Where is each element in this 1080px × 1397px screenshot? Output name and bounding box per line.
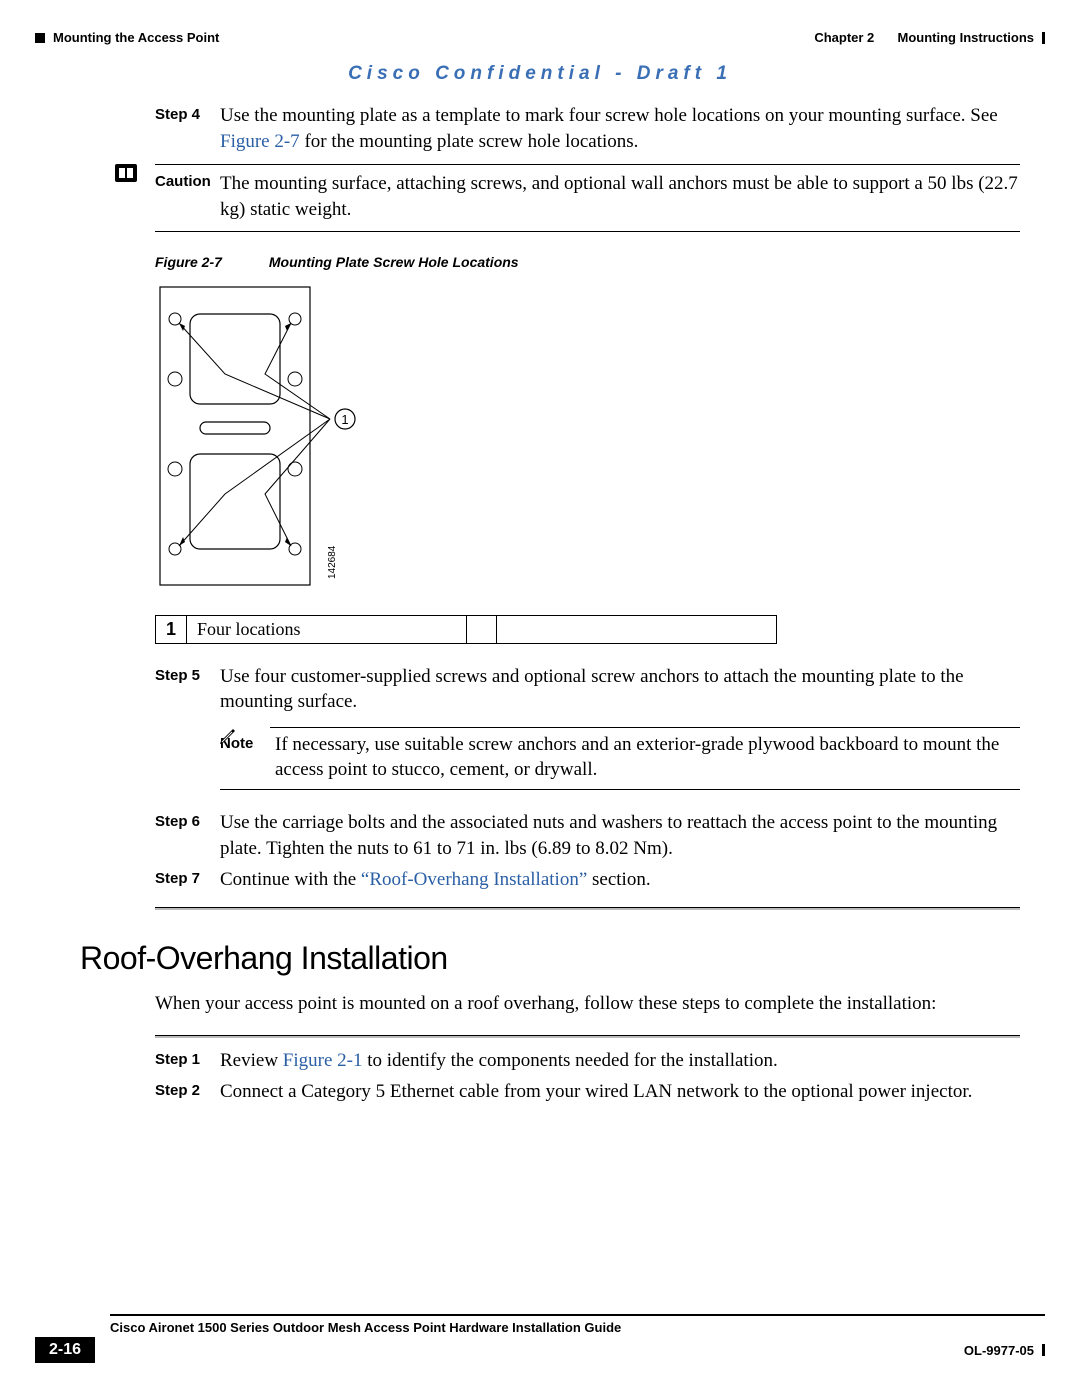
end-of-steps-rule xyxy=(155,907,1020,910)
footer-doc-title: Cisco Aironet 1500 Series Outdoor Mesh A… xyxy=(110,1314,1045,1335)
caution-text: The mounting surface, attaching screws, … xyxy=(220,171,1020,222)
figure-callout-table: 1 Four locations xyxy=(155,615,777,644)
section2-step-1-body: Review Figure 2-1 to identify the compon… xyxy=(220,1048,1020,1074)
step-6-body: Use the carriage bolts and the associate… xyxy=(220,810,1020,861)
section-left-label: Mounting the Access Point xyxy=(53,30,219,45)
caution-label: Caution xyxy=(155,171,220,222)
figure-2-7-diagram: 1 142684 xyxy=(155,284,1020,599)
step-5-body: Use four customer-supplied screws and op… xyxy=(220,664,1020,791)
step-4: Step 4 Use the mounting plate as a templ… xyxy=(155,103,1020,154)
step-4-label: Step 4 xyxy=(155,103,220,154)
roof-overhang-link[interactable]: “Roof-Overhang Installation” xyxy=(361,869,587,890)
roof-overhang-intro: When your access point is mounted on a r… xyxy=(155,991,1020,1017)
callout-1-num: 1 xyxy=(156,615,187,643)
footer-part-number: OL-9977-05 xyxy=(964,1343,1034,1358)
section2-step-2-label: Step 2 xyxy=(155,1079,220,1105)
chapter-label: Chapter 2 xyxy=(814,30,874,45)
steps-rule-top xyxy=(155,1035,1020,1038)
footer-bar-icon xyxy=(1042,1344,1045,1356)
page-number: 2-16 xyxy=(35,1337,95,1363)
caution-icon xyxy=(115,164,137,182)
step-5-label: Step 5 xyxy=(155,664,220,791)
diagram-number: 142684 xyxy=(327,545,338,579)
caution-block: Caution The mounting surface, attaching … xyxy=(115,164,1020,231)
page-footer: Cisco Aironet 1500 Series Outdoor Mesh A… xyxy=(35,1314,1045,1363)
figure-2-1-link[interactable]: Figure 2-1 xyxy=(283,1050,363,1071)
step-6-label: Step 6 xyxy=(155,810,220,861)
step-6: Step 6 Use the carriage bolts and the as… xyxy=(155,810,1020,861)
roof-overhang-heading: Roof-Overhang Installation xyxy=(80,940,1020,977)
section2-step-1: Step 1 Review Figure 2-1 to identify the… xyxy=(155,1048,1020,1074)
section2-step-2: Step 2 Connect a Category 5 Ethernet cab… xyxy=(155,1079,1020,1105)
confidential-banner: Cisco Confidential - Draft 1 xyxy=(60,63,1020,85)
figure-2-7-caption: Figure 2-7 Mounting Plate Screw Hole Loc… xyxy=(155,254,1020,270)
section2-step-2-body: Connect a Category 5 Ethernet cable from… xyxy=(220,1079,1020,1105)
note-text: If necessary, use suitable screw anchors… xyxy=(275,732,1020,783)
callout-1-label: Four locations xyxy=(187,615,467,643)
chapter-title: Mounting Instructions xyxy=(898,30,1034,45)
figure-2-7-link[interactable]: Figure 2-7 xyxy=(220,131,300,152)
svg-text:1: 1 xyxy=(341,412,348,427)
step-7-label: Step 7 xyxy=(155,867,220,893)
header-block-icon xyxy=(35,33,45,43)
page-header: Mounting the Access Point Chapter 2 Moun… xyxy=(35,30,1045,45)
step-4-body: Use the mounting plate as a template to … xyxy=(220,103,1020,154)
section2-step-1-label: Step 1 xyxy=(155,1048,220,1074)
header-bar-icon xyxy=(1042,32,1045,44)
step-7-body: Continue with the “Roof-Overhang Install… xyxy=(220,867,1020,893)
step-5: Step 5 Use four customer-supplied screws… xyxy=(155,664,1020,791)
note-block: Note If necessary, use suitable screw an… xyxy=(220,727,1020,790)
step-7: Step 7 Continue with the “Roof-Overhang … xyxy=(155,867,1020,893)
pencil-note-icon xyxy=(218,723,240,753)
